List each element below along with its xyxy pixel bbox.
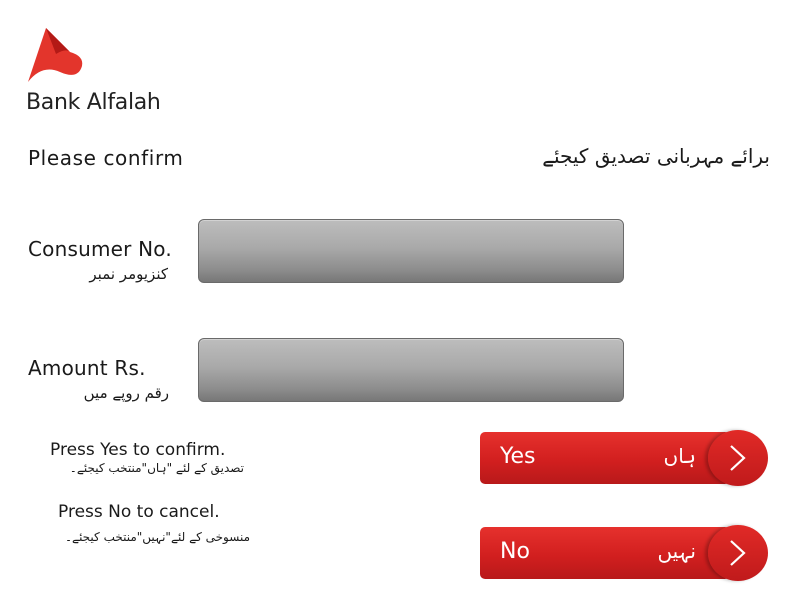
yes-instruction-urdu: تصدیق کے لئے "ہاں"منتخب کیجئے۔ <box>69 461 244 475</box>
amount-label: Amount Rs. <box>28 356 146 380</box>
bank-name: Bank Alfalah <box>26 90 161 115</box>
no-arrow-button[interactable] <box>708 525 768 581</box>
alfalah-a-icon <box>28 28 83 82</box>
no-button-label-urdu: نہیں <box>657 539 696 563</box>
yes-button-label: Yes <box>500 444 536 469</box>
amount-label-urdu: رقم روپے میں <box>83 384 169 402</box>
yes-button[interactable]: Yes ہاں <box>480 430 768 486</box>
yes-arrow-button[interactable] <box>708 430 768 486</box>
page-title: Please confirm <box>28 146 184 170</box>
consumer-no-label-urdu: کنزیومر نمبر <box>89 265 168 283</box>
chevron-right-icon <box>730 445 746 471</box>
amount-field <box>198 338 624 402</box>
no-button-label: No <box>500 539 530 564</box>
bank-logo: Bank Alfalah <box>26 28 166 118</box>
yes-instruction: Press Yes to confirm. <box>50 440 226 460</box>
no-button[interactable]: No نہیں <box>480 525 768 581</box>
yes-button-label-urdu: ہاں <box>663 444 697 468</box>
no-instruction-urdu: منسوخی کے لئے"نہیں"منتخب کیجئے۔ <box>65 530 250 544</box>
page-title-urdu: برائے مہربانی تصدیق کیجئے <box>542 144 770 168</box>
consumer-no-field <box>198 219 624 283</box>
consumer-no-label: Consumer No. <box>28 237 172 261</box>
chevron-right-icon <box>730 540 746 566</box>
no-instruction: Press No to cancel. <box>58 502 220 522</box>
